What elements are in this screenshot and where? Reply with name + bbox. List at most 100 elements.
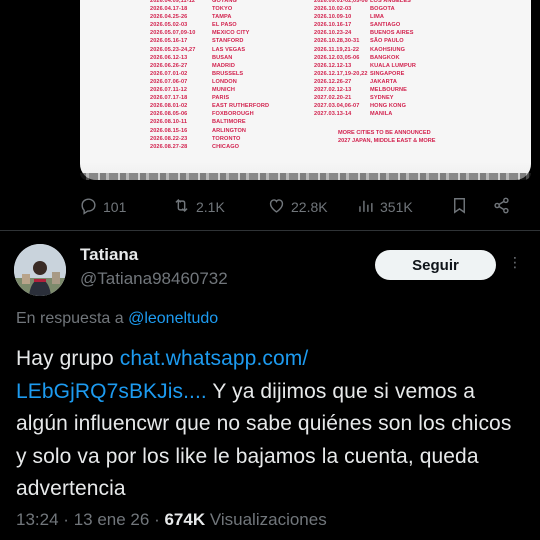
poster-row-city: SANTIAGO [370, 22, 401, 29]
poster-row: 2026.12.26-27 JAKARTA [314, 78, 416, 86]
text-before-link: Hay grupo [16, 347, 120, 370]
poster-row: 2026.07.06-07 LONDON [150, 78, 269, 86]
poster-row-date: 2026.07.17-18 [150, 95, 188, 102]
poster-row-date: 2026.08.01-02 [150, 103, 188, 110]
poster-row: 2026.10.16-17 SANTIAGO [314, 21, 416, 29]
poster-row-date: 2026.07.01-02 [150, 70, 188, 77]
link-line-1: chat.whatsapp.com/ [119, 347, 309, 370]
poster-row: 2026.05.02-03 EL PASO [150, 21, 269, 29]
poster-row-city: BRUSSELS [212, 70, 244, 77]
poster-row-city: LAS VEGAS [212, 46, 246, 53]
poster-row-date: 2026.07.11-12 [150, 87, 188, 94]
poster-row-city: HONG KONG [370, 103, 407, 110]
poster-row: 2026.12.12-13 KUALA LUMPUR [314, 62, 416, 70]
poster-row: 2026.08.27-28 CHICAGO [150, 143, 269, 151]
poster-row-city: MELBOURNE [370, 87, 407, 94]
poster-row-city: EAST RUTHERFORD [212, 103, 270, 110]
poster-row: 2026.05.16-17 STANFORD [150, 37, 269, 45]
poster-row-city: MADRID [212, 62, 235, 69]
poster-row-city: TORONTO [212, 135, 241, 142]
heart-icon [267, 196, 286, 218]
avatar[interactable] [14, 244, 66, 296]
meta-separator-1: · [63, 510, 69, 529]
poster-row-date: 2027.03.13-14 [314, 111, 352, 118]
meta-separator-2: · [154, 510, 160, 529]
poster-row-city: MUNICH [212, 87, 235, 94]
tweet-action-bar: 101 2.1K 22.8K 351K [76, 193, 526, 219]
views-button[interactable]: 351K [356, 196, 413, 218]
more-options-icon[interactable]: ⋮ [508, 255, 522, 269]
poster-row-date: 2026.10.28,30-31 [314, 38, 360, 45]
poster-row-city: KUALA LUMPUR [370, 62, 417, 69]
poster-row-city: KAOHSIUNG [370, 46, 406, 53]
poster-row-date: 2026.04.17-18 [150, 6, 188, 13]
poster-row-date: 2026.05.02-03 [150, 22, 188, 29]
poster-row-date: 2026.10.09-10 [314, 14, 352, 21]
poster-row-date: 2026.12.12-13 [314, 62, 352, 69]
poster-row-date: 2027.03.04,06-07 [314, 103, 360, 110]
poster-note-more-cities: MORE CITIES TO BE ANNOUNCED [338, 130, 431, 136]
poster-row-city: PARIS [212, 95, 230, 102]
poster-row-city: SÃO PAULO [370, 38, 404, 45]
poster-row-city: BALTIMORE [212, 119, 246, 126]
poster-row: 2027.02.20-21 SYDNEY [314, 94, 416, 102]
analytics-icon [356, 196, 375, 218]
poster-row: 2026.08.05-06 FOXBOROUGH [150, 110, 269, 118]
poster-row-date: 2026.11.19,21-22 [314, 46, 360, 53]
bookmark-button[interactable] [450, 196, 469, 218]
reply-button[interactable]: 101 [79, 196, 126, 218]
poster-row-city: TOKYO [212, 6, 233, 13]
poster-row: 2026.11.19,21-22 KAOHSIUNG [314, 46, 416, 54]
poster-row-city: JAKARTA [370, 78, 398, 85]
poster-row-city: SINGAPORE [370, 70, 405, 77]
poster-right-column: 2026.09.01-02,05-06 LOS ANGELES 2026.10.02… [314, 0, 416, 118]
poster-row: 2026.10.02-03 BOGOTA [314, 5, 416, 13]
poster-row-date: 2026.08.15-16 [150, 127, 188, 134]
poster-row: 2027.03.04,06-07 HONG KONG [314, 102, 416, 110]
like-button[interactable]: 22.8K [267, 196, 328, 218]
tweet-date[interactable]: 13 ene 26 [74, 510, 150, 529]
poster-row-date: 2026.05.16-17 [150, 38, 188, 45]
poster-row: 2026.07.01-02 BRUSSELS [150, 70, 269, 78]
poster-row: 2027.03.13-14 MANILA [314, 110, 416, 118]
poster-left-column: 2026.04.09,11-12 GOYANG 2026.04.17-18 TOKYO… [150, 0, 269, 151]
reply-count: 101 [103, 199, 127, 215]
poster-row: 2026.06.12-13 BUSAN [150, 54, 269, 62]
poster-row-date: 2026.08.27-28 [150, 143, 188, 150]
bookmark-icon [450, 196, 469, 218]
poster-row: 2026.04.17-18 TOKYO [150, 5, 269, 13]
poster-row-date: 2026.06.12-13 [150, 54, 188, 61]
like-count: 22.8K [291, 199, 328, 215]
author-handle[interactable]: @Tatiana98460732 [80, 269, 228, 289]
follow-button[interactable]: Seguir [375, 250, 496, 280]
poster-row-date: 2026.10.02-03 [314, 6, 352, 13]
poster-row-date: 2026.10.16-17 [314, 22, 352, 29]
poster-row-city: MANILA [370, 111, 393, 118]
tweet-views-label: Visualizaciones [209, 510, 327, 529]
reply-context: En respuesta a @leoneltudo [16, 310, 218, 328]
reply-icon [79, 196, 98, 218]
repost-button[interactable]: 2.1K [172, 196, 225, 218]
repost-count: 2.1K [196, 199, 225, 215]
poster-row: 2026.05.07,09-10 MEXICO CITY [150, 29, 269, 37]
poster-row-city: BANGKOK [370, 54, 400, 61]
views-count: 351K [380, 199, 413, 215]
share-button[interactable] [492, 196, 511, 218]
reply-text: Hay grupo chat.whatsapp.com/LEbGjRQ7sBKJ… [16, 343, 526, 506]
poster-note-2027: 2027 JAPAN, MIDDLE EAST & MORE [338, 138, 436, 144]
poster-row-city: BUSAN [212, 54, 233, 61]
tweet-time[interactable]: 13:24 [16, 510, 59, 529]
reply-mention-link[interactable]: @leoneltudo [128, 310, 218, 327]
poster-row-date: 2026.05.07,09-10 [150, 30, 196, 37]
author-name[interactable]: Tatiana [80, 245, 138, 265]
poster-row: 2026.10.09-10 LIMA [314, 13, 416, 21]
poster-row: 2026.06.26-27 MADRID [150, 62, 269, 70]
poster-row: 2026.07.17-18 PARIS [150, 94, 269, 102]
link-line-2: LEbGjRQ7sBKJis.... [16, 379, 207, 403]
poster-row: 2026.12.03,05-06 BANGKOK [314, 54, 416, 62]
poster-row-city: LONDON [212, 78, 237, 85]
tour-poster-image[interactable]: 2026.04.09,11-12 GOYANG 2026.04.17-18 TOKYO… [80, 0, 531, 180]
poster-row-date: 2026.10.23-24 [314, 30, 352, 37]
poster-row-date: 2026.08.05-06 [150, 111, 188, 118]
tweet-meta: 13:24 · 13 ene 26 · 674K Visualizaciones [16, 510, 327, 530]
